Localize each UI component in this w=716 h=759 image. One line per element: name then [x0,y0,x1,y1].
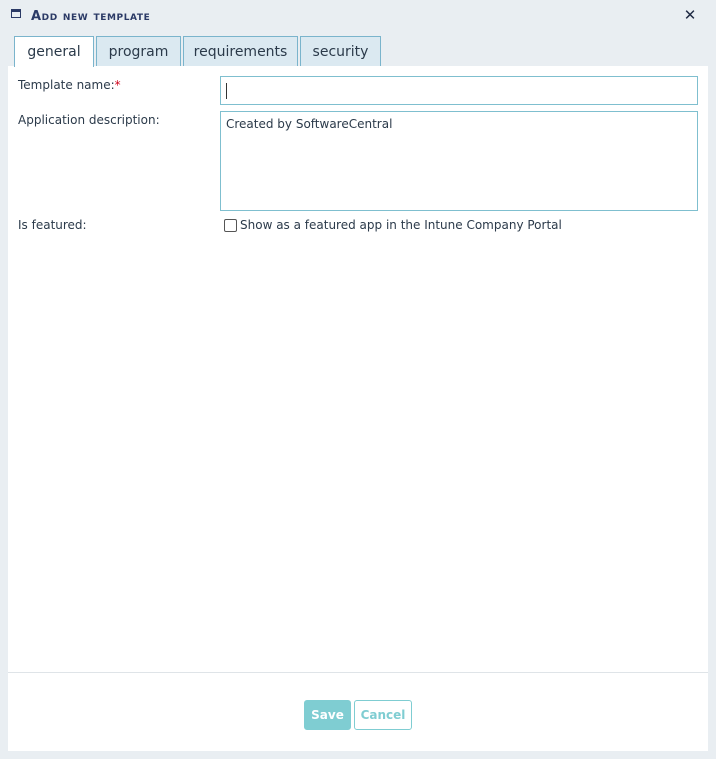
close-icon[interactable]: ✕ [683,6,697,24]
tab-general[interactable]: general [14,36,94,67]
description-value: Created by SoftwareCentral [226,117,393,131]
featured-checkbox-label[interactable]: Show as a featured app in the Intune Com… [240,218,562,232]
tab-security[interactable]: security [300,36,381,66]
tab-program[interactable]: program [96,36,181,66]
dialog-title: Add new template [31,9,151,24]
template-name-label-text: Template name: [18,78,115,92]
general-panel: Template name:* Application description:… [8,66,708,672]
description-label: Application description: [18,113,160,127]
required-marker: * [114,78,121,92]
add-template-dialog: Add new template ✕ general program requi… [0,0,716,759]
save-button[interactable]: Save [304,700,351,730]
text-caret [226,83,227,99]
template-name-input[interactable] [220,76,698,105]
window-icon [11,9,21,18]
cancel-button[interactable]: Cancel [354,700,412,730]
tab-requirements[interactable]: requirements [183,36,298,66]
featured-checkbox[interactable] [224,219,237,232]
description-textarea[interactable]: Created by SoftwareCentral [220,111,698,211]
dialog-titlebar: Add new template ✕ [0,0,716,34]
featured-label: Is featured: [18,218,87,232]
template-name-label: Template name:* [18,78,121,92]
dialog-footer: Save Cancel [8,672,708,751]
